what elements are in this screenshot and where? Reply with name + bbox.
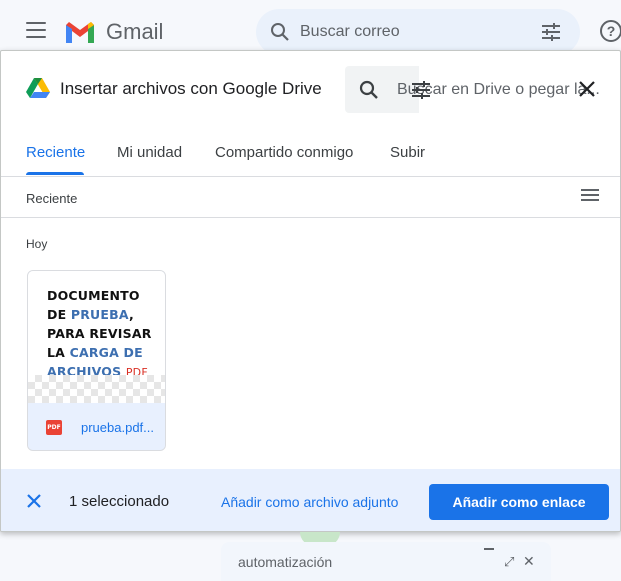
file-info: PDF prueba.pdf... bbox=[28, 403, 165, 450]
tab-subir[interactable]: Subir bbox=[390, 144, 425, 161]
compose-title: automatización bbox=[238, 554, 333, 570]
breadcrumb: Reciente bbox=[26, 191, 78, 206]
search-options-icon[interactable] bbox=[540, 21, 562, 43]
selected-count: 1 seleccionado bbox=[69, 493, 170, 510]
close-icon[interactable] bbox=[577, 79, 597, 99]
selection-action-bar: 1 seleccionado Añadir como archivo adjun… bbox=[1, 469, 620, 531]
location-bar: Reciente bbox=[1, 177, 620, 218]
file-thumbnail: DOCUMENTO DE PRUEBA, PARA REVISAR LA CAR… bbox=[28, 271, 165, 403]
selection-overlay bbox=[28, 375, 165, 403]
expand-icon[interactable]: ⤢ bbox=[504, 554, 514, 570]
main-menu-icon[interactable] bbox=[26, 22, 46, 38]
mail-search-bar[interactable]: Buscar correo bbox=[256, 9, 580, 55]
dialog-header: Insertar archivos con Google Drive Busca… bbox=[1, 51, 620, 127]
help-icon[interactable]: ? bbox=[600, 20, 621, 42]
active-tab-indicator bbox=[26, 172, 84, 175]
close-icon[interactable]: ✕ bbox=[523, 553, 535, 570]
clear-selection-icon[interactable] bbox=[26, 493, 42, 509]
thumbnail-text: DOCUMENTO DE PRUEBA, PARA REVISAR LA CAR… bbox=[47, 288, 152, 379]
tab-mi-unidad[interactable]: Mi unidad bbox=[117, 144, 182, 161]
drive-picker-dialog: Insertar archivos con Google Drive Busca… bbox=[0, 50, 621, 532]
section-heading-today: Hoy bbox=[26, 237, 48, 251]
gmail-logo-icon bbox=[66, 22, 94, 43]
pdf-icon: PDF bbox=[46, 420, 62, 435]
dialog-title: Insertar archivos con Google Drive bbox=[60, 79, 322, 98]
list-view-icon[interactable] bbox=[581, 189, 599, 203]
google-drive-logo-icon bbox=[26, 78, 50, 98]
minimize-icon[interactable] bbox=[484, 548, 494, 550]
search-options-icon[interactable] bbox=[410, 79, 432, 101]
compose-window-minimized[interactable]: automatización ⤢ ✕ bbox=[221, 542, 551, 581]
gmail-wordmark: Gmail bbox=[106, 19, 164, 44]
search-icon[interactable] bbox=[270, 22, 290, 42]
file-name: prueba.pdf... bbox=[81, 420, 154, 435]
add-as-attachment-button[interactable]: Añadir como archivo adjunto bbox=[221, 494, 398, 510]
file-card[interactable]: DOCUMENTO DE PRUEBA, PARA REVISAR LA CAR… bbox=[27, 270, 166, 451]
mail-search-placeholder: Buscar correo bbox=[300, 23, 400, 40]
drive-tabs: Reciente Mi unidad Compartido conmigo Su… bbox=[1, 127, 620, 177]
tab-reciente[interactable]: Reciente bbox=[26, 144, 85, 161]
search-icon[interactable] bbox=[359, 80, 379, 100]
add-as-link-button[interactable]: Añadir como enlace bbox=[429, 484, 609, 520]
tab-compartido-conmigo[interactable]: Compartido conmigo bbox=[215, 144, 353, 161]
